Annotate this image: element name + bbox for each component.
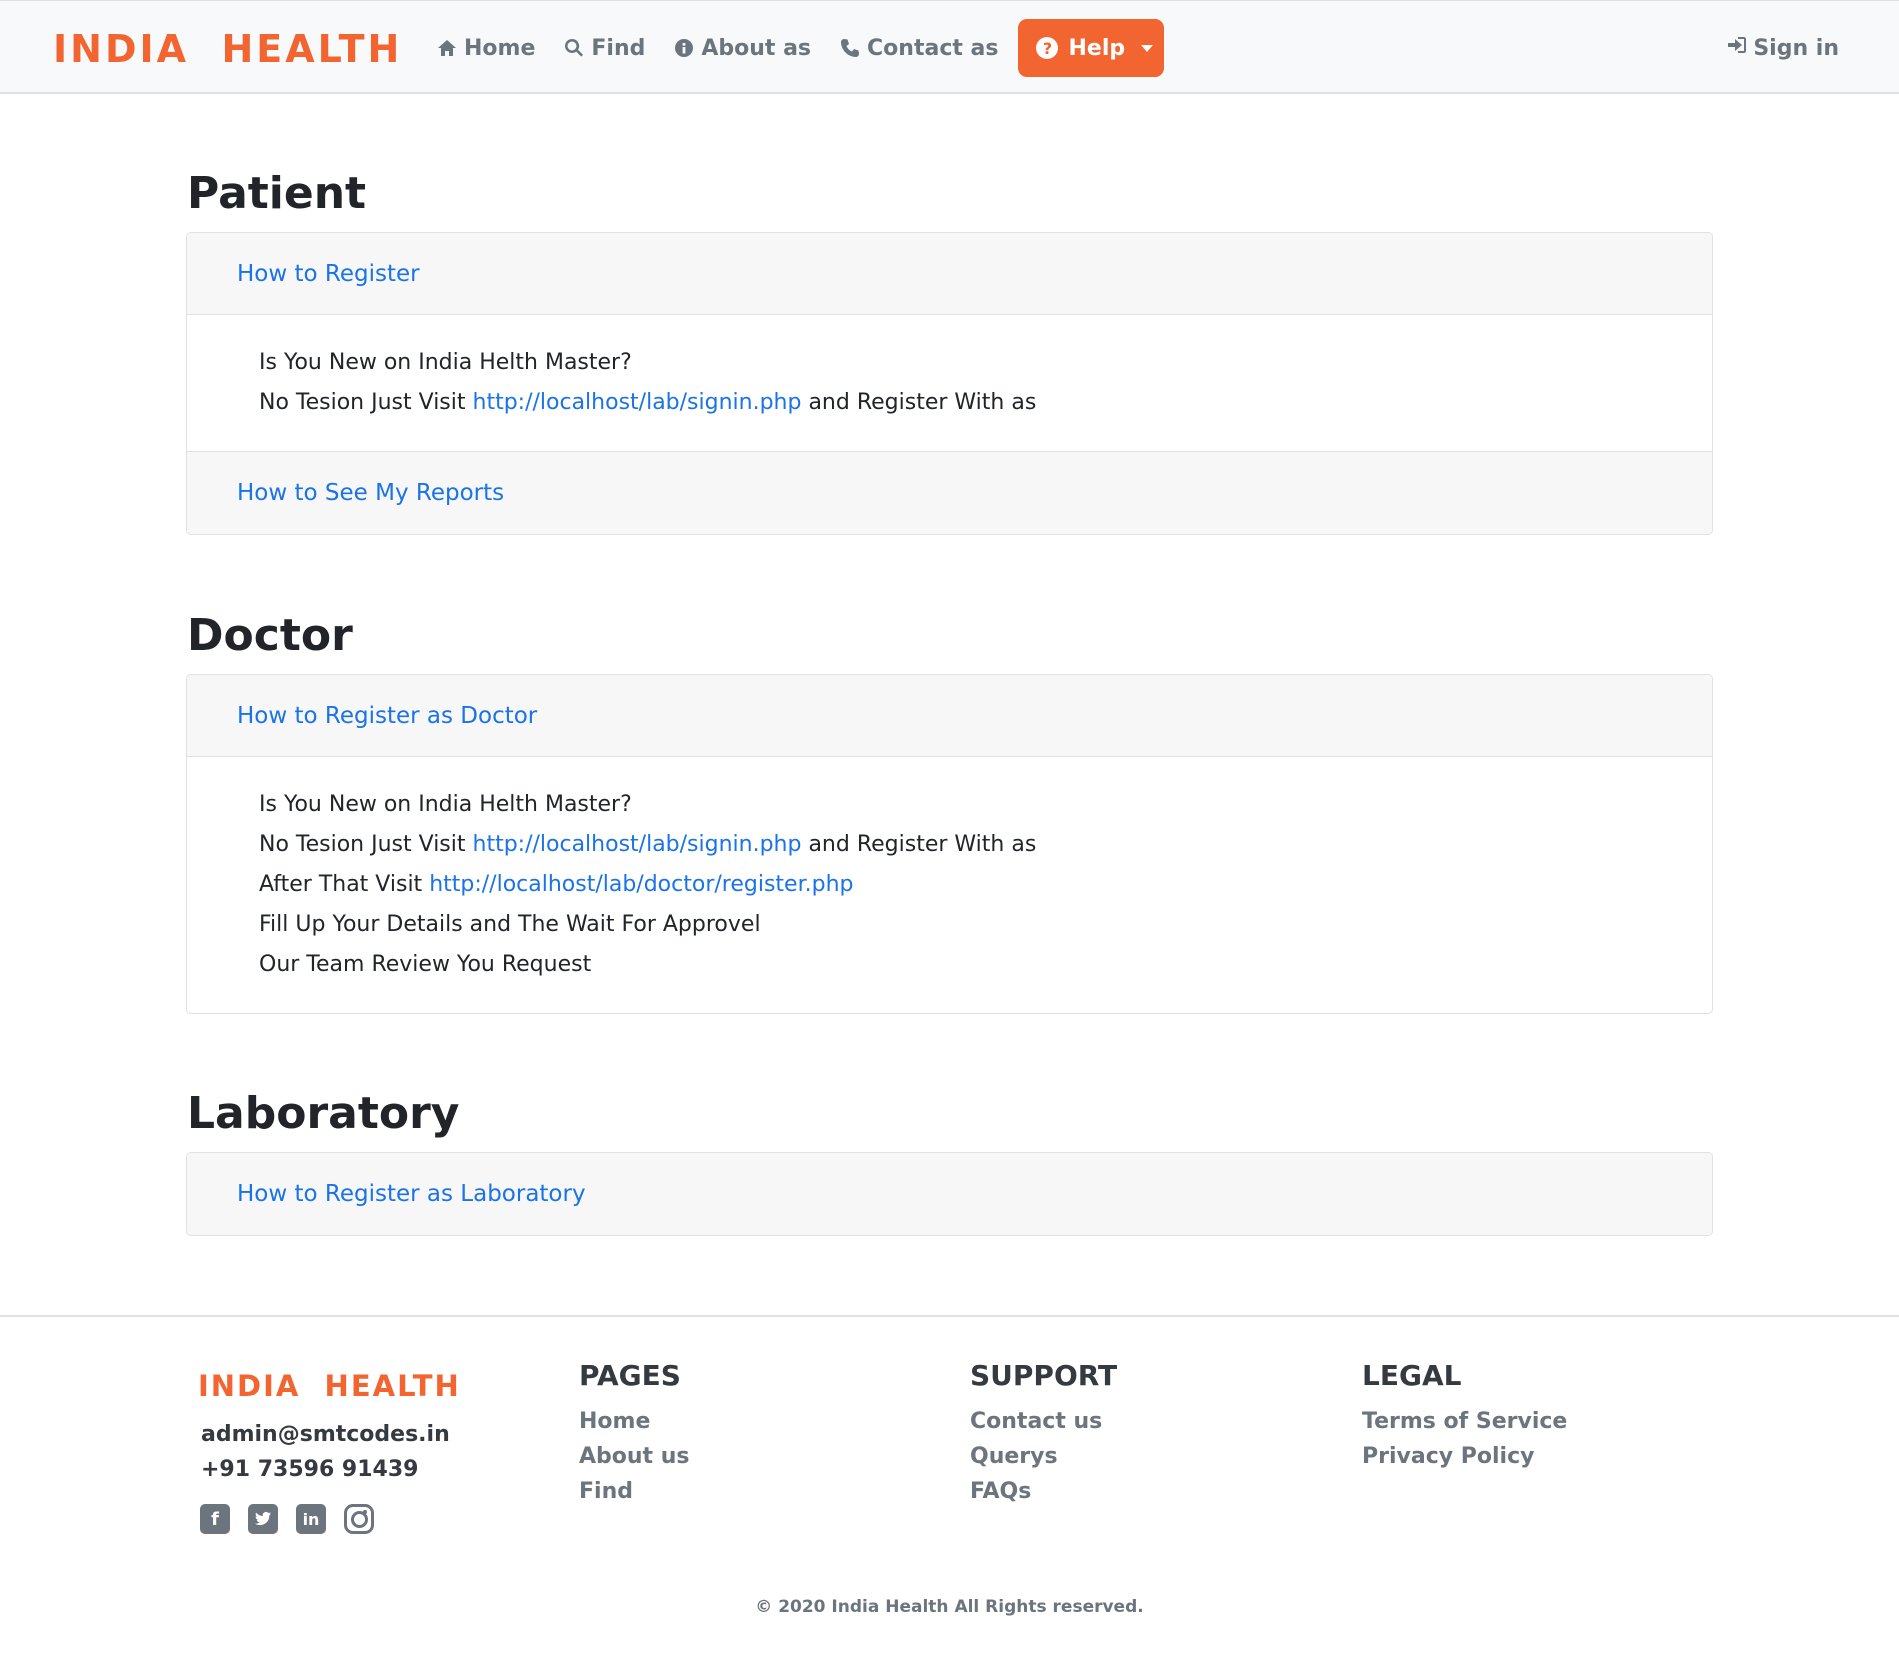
body-text: and Register With as: [801, 390, 1037, 415]
sign-in-label: Sign in: [1753, 35, 1839, 61]
accordion-header-register-doctor[interactable]: How to Register as Doctor: [187, 675, 1712, 757]
nav-links: Home Find About as Contact as ? Help: [422, 19, 1165, 77]
body-text: No Tesion Just Visit: [259, 832, 473, 857]
twitter-icon[interactable]: [248, 1504, 278, 1534]
sign-in-link[interactable]: Sign in: [1727, 19, 1839, 77]
section-title-doctor: Doctor: [187, 610, 353, 661]
social-links: f in: [200, 1504, 374, 1534]
instagram-icon[interactable]: [344, 1504, 374, 1534]
copyright-text: © 2020 India Health All Rights reserved.: [755, 1597, 1144, 1617]
search-icon: [563, 37, 585, 59]
info-icon: [673, 37, 695, 59]
body-line: No Tesion Just Visit http://localhost/la…: [259, 383, 1712, 423]
footer-legal-title: LEGAL: [1362, 1359, 1462, 1392]
accordion-header-how-to-register[interactable]: How to Register: [187, 233, 1712, 315]
accordion-body-register-doctor: Is You New on India Helth Master? No Tes…: [187, 757, 1712, 1013]
nav-find-label: Find: [591, 35, 646, 61]
nav-contact-label: Contact as: [867, 35, 999, 61]
home-icon: [436, 37, 458, 59]
facebook-icon[interactable]: f: [200, 1504, 230, 1534]
footer-link-querys[interactable]: Querys: [970, 1439, 1117, 1474]
accordion-link-register-laboratory[interactable]: How to Register as Laboratory: [237, 1181, 586, 1207]
caret-down-icon: [1141, 44, 1154, 52]
signin-url-link[interactable]: http://localhost/lab/signin.php: [473, 390, 802, 415]
nav-about[interactable]: About as: [659, 19, 825, 77]
footer-pages-title: PAGES: [579, 1359, 681, 1392]
footer-pages-column: PAGES Home About us Find: [579, 1359, 689, 1509]
section-title-patient: Patient: [187, 168, 367, 219]
footer-link-contact[interactable]: Contact us: [970, 1404, 1117, 1439]
accordion-body-how-to-register: Is You New on India Helth Master? No Tes…: [187, 315, 1712, 452]
nav-contact[interactable]: Contact as: [825, 19, 1012, 77]
accordion-laboratory: How to Register as Laboratory: [186, 1152, 1713, 1236]
top-navbar: INDIA HEALTH Home Find About as Contact …: [0, 0, 1899, 94]
footer-link-terms[interactable]: Terms of Service: [1362, 1404, 1567, 1439]
footer-support-title: SUPPORT: [970, 1359, 1118, 1392]
accordion-header-register-laboratory[interactable]: How to Register as Laboratory: [187, 1153, 1712, 1235]
accordion-doctor: How to Register as Doctor Is You New on …: [186, 674, 1713, 1014]
phone-icon: [839, 37, 861, 59]
nav-home[interactable]: Home: [422, 19, 549, 77]
accordion-link-how-to-register[interactable]: How to Register: [237, 261, 420, 287]
accordion-header-see-reports[interactable]: How to See My Reports: [187, 452, 1712, 534]
body-line: Is You New on India Helth Master?: [259, 350, 632, 375]
nav-about-label: About as: [701, 35, 812, 61]
body-text: After That Visit: [259, 872, 430, 897]
body-line: Our Team Review You Request: [259, 952, 592, 977]
accordion-link-register-doctor[interactable]: How to Register as Doctor: [237, 703, 537, 729]
body-line: After That Visit http://localhost/lab/do…: [259, 865, 1712, 905]
body-text: No Tesion Just Visit: [259, 390, 473, 415]
footer-link-privacy[interactable]: Privacy Policy: [1362, 1439, 1567, 1474]
footer-support-column: SUPPORT Contact us Querys FAQs: [970, 1359, 1117, 1509]
doctor-register-url-link[interactable]: http://localhost/lab/doctor/register.php: [429, 872, 853, 897]
accordion-patient: How to Register Is You New on India Helt…: [186, 232, 1713, 535]
body-line: Fill Up Your Details and The Wait For Ap…: [259, 912, 761, 937]
body-line: No Tesion Just Visit http://localhost/la…: [259, 825, 1712, 865]
section-title-laboratory: Laboratory: [187, 1088, 460, 1139]
footer-link-find[interactable]: Find: [579, 1474, 689, 1509]
footer: INDIA HEALTH admin@smtcodes.in +91 73596…: [0, 1315, 1899, 1666]
footer-link-about[interactable]: About us: [579, 1439, 689, 1474]
signin-url-link[interactable]: http://localhost/lab/signin.php: [473, 832, 802, 857]
brand-logo[interactable]: INDIA HEALTH: [53, 27, 402, 71]
accordion-link-see-reports[interactable]: How to See My Reports: [237, 480, 504, 506]
footer-email[interactable]: admin@smtcodes.in: [201, 1422, 450, 1447]
sign-in-icon: [1727, 35, 1753, 61]
help-dropdown-button[interactable]: ? Help: [1018, 19, 1165, 77]
body-text: and Register With as: [801, 832, 1037, 857]
help-label: Help: [1068, 35, 1126, 61]
footer-link-home[interactable]: Home: [579, 1404, 689, 1439]
nav-home-label: Home: [464, 35, 536, 61]
nav-find[interactable]: Find: [549, 19, 659, 77]
footer-phone[interactable]: +91 73596 91439: [201, 1457, 418, 1482]
body-line: Is You New on India Helth Master?: [259, 792, 632, 817]
footer-brand-logo: INDIA HEALTH: [198, 1369, 461, 1403]
question-circle-icon: ?: [1036, 37, 1059, 59]
footer-legal-column: LEGAL Terms of Service Privacy Policy: [1362, 1359, 1567, 1474]
footer-link-faqs[interactable]: FAQs: [970, 1474, 1117, 1509]
linkedin-icon[interactable]: in: [296, 1504, 326, 1534]
